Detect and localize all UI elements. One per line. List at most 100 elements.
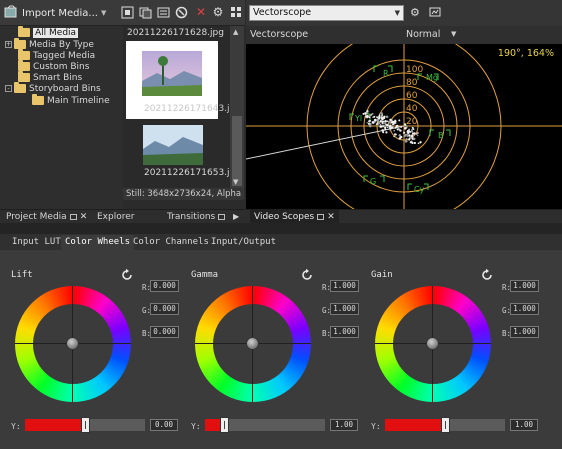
trace-point: [369, 119, 371, 122]
y-label: Y:: [371, 422, 381, 431]
trace-point: [398, 119, 401, 122]
gain-g-field[interactable]: 1.000: [510, 303, 539, 315]
view-icon[interactable]: [229, 5, 243, 19]
trace-point: [408, 138, 411, 141]
trace-point: [408, 128, 410, 130]
lift-r-field[interactable]: 0.000: [150, 280, 179, 292]
trace-point: [400, 126, 402, 128]
trace-point: [382, 122, 385, 124]
panel-divider[interactable]: [0, 223, 562, 234]
chevron-down-icon: ▼: [100, 9, 107, 17]
y-label: Y:: [191, 422, 201, 431]
trace-point: [409, 141, 412, 144]
gain-r-field[interactable]: 1.000: [510, 280, 539, 292]
slider-handle[interactable]: [220, 417, 229, 433]
close-icon[interactable]: ✕: [327, 212, 335, 222]
capture-icon[interactable]: [120, 5, 134, 19]
tab-input-output[interactable]: Input/Output: [207, 235, 280, 250]
dock-icon[interactable]: [218, 213, 226, 220]
tab-label: Video Scopes: [254, 212, 315, 222]
file-list-scrollbar[interactable]: ▲ ▼: [230, 26, 244, 199]
vectorscope-display: 100 80 60 40 20 R Mg B Cy G Yl 190°, 164…: [246, 44, 562, 209]
tab-project-media[interactable]: Project Media ✕: [6, 210, 87, 224]
scope-mode-select[interactable]: Normal: [406, 29, 440, 40]
slider-handle[interactable]: [441, 417, 450, 433]
trace-point: [387, 120, 391, 124]
refresh-icon[interactable]: [174, 5, 188, 19]
gain-wheel-puck[interactable]: [426, 337, 439, 350]
tree-item-main-timeline[interactable]: Main Timeline: [32, 94, 110, 106]
dock-icon[interactable]: [317, 213, 325, 220]
reset-icon[interactable]: [300, 268, 314, 282]
gain-b-field[interactable]: 1.000: [510, 326, 539, 338]
media-thumbnail[interactable]: 20211226171653.jpg: [126, 119, 230, 178]
trace-point: [394, 133, 397, 136]
tree-item-storyboard-bins[interactable]: - Storyboard Bins: [5, 82, 101, 94]
delete-icon[interactable]: ✕: [194, 5, 208, 19]
media-generator-icon[interactable]: [138, 5, 152, 19]
project-media-toolbar: Import Media... ▼ ✕ ⚙: [0, 0, 245, 26]
trace-point: [380, 112, 383, 115]
trace-point: [405, 125, 408, 128]
media-thumbnail[interactable]: 20211226171643.jpg: [126, 41, 230, 119]
scope-type-select[interactable]: Vectorscope ▼: [249, 5, 404, 21]
import-icon[interactable]: [4, 5, 18, 19]
tree-item-smart-bins[interactable]: Smart Bins: [18, 71, 82, 83]
folder-icon: [32, 94, 44, 105]
gamma-y-field[interactable]: 1.00: [330, 419, 358, 431]
tab-overflow-icon[interactable]: ▶: [233, 210, 239, 224]
lift-y-field[interactable]: 0.00: [150, 419, 178, 431]
gamma-b-field[interactable]: 1.000: [330, 326, 359, 338]
color-correction-panel: Input LUT Color Wheels Color Channels In…: [0, 234, 562, 449]
gamma-g-field[interactable]: 1.000: [330, 303, 359, 315]
tree-item-custom-bins[interactable]: Custom Bins: [18, 60, 89, 72]
tab-color-wheels[interactable]: Color Wheels: [61, 235, 135, 250]
tree-item-all-media[interactable]: All Media: [18, 26, 79, 38]
scroll-up-icon[interactable]: ▲: [233, 28, 238, 36]
lift-wheel-puck[interactable]: [66, 337, 79, 350]
gain-color-wheel[interactable]: [375, 286, 491, 402]
close-icon[interactable]: ✕: [80, 212, 88, 222]
gain-y-slider[interactable]: [385, 417, 505, 433]
tab-label: Explorer: [97, 212, 135, 222]
ring-label: 40: [406, 104, 418, 114]
trace-point: [379, 120, 382, 123]
tab-explorer[interactable]: Explorer: [97, 210, 134, 224]
lift-g-field[interactable]: 0.000: [150, 303, 179, 315]
tab-input-lut[interactable]: Input LUT: [8, 235, 65, 250]
gamma-r-field[interactable]: 1.000: [330, 280, 359, 292]
collapse-icon[interactable]: -: [5, 85, 12, 92]
settings-icon[interactable]: ⚙: [211, 5, 225, 19]
slider-handle[interactable]: [81, 417, 90, 433]
settings-icon[interactable]: ⚙: [410, 6, 420, 19]
tree-item-tagged-media[interactable]: Tagged Media: [18, 49, 95, 61]
lift-color-wheel[interactable]: [15, 286, 131, 402]
scrollbar-thumb[interactable]: [232, 116, 242, 186]
import-media-button[interactable]: Import Media... ▼: [22, 5, 106, 21]
reset-icon[interactable]: [120, 268, 134, 282]
gamma-wheel-puck[interactable]: [246, 337, 259, 350]
trace-point: [381, 116, 383, 118]
lift-b-field[interactable]: 0.000: [150, 326, 179, 338]
tab-video-scopes[interactable]: Video Scopes ✕: [250, 210, 339, 224]
trace-point: [411, 126, 414, 129]
expand-icon[interactable]: +: [5, 41, 12, 48]
trace-point: [403, 131, 406, 134]
bin-icon[interactable]: [156, 5, 170, 19]
dock-icon[interactable]: [69, 213, 77, 220]
scroll-down-icon[interactable]: ▼: [233, 178, 238, 186]
lift-y-slider[interactable]: [25, 417, 145, 433]
media-file-list: 20211226171628.jpg 20211226171643.jpg 20…: [123, 26, 230, 199]
gamma-y-slider[interactable]: [205, 417, 325, 433]
file-name[interactable]: 20211226171628.jpg: [127, 28, 224, 38]
scope-readout: 190°, 164%: [497, 48, 554, 59]
tab-transitions[interactable]: Transitions: [167, 210, 226, 224]
gamma-color-wheel[interactable]: [195, 286, 311, 402]
gain-y-field[interactable]: 1.00: [510, 419, 538, 431]
reset-icon[interactable]: [480, 268, 494, 282]
trace-point: [378, 122, 381, 125]
tab-color-channels[interactable]: Color Channels: [129, 235, 213, 250]
refresh-icon[interactable]: [429, 6, 441, 21]
trace-point: [399, 129, 402, 132]
chevron-down-icon[interactable]: ▼: [451, 30, 456, 38]
